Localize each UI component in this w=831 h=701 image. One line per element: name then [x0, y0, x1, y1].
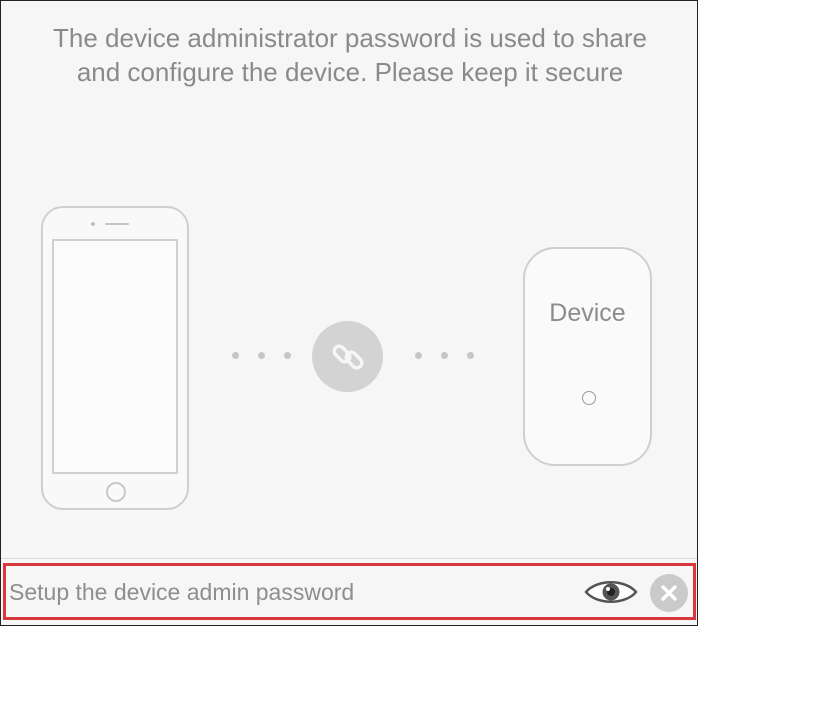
- close-icon[interactable]: [650, 574, 688, 612]
- phone-screen: [52, 239, 178, 474]
- eye-icon[interactable]: [583, 577, 639, 607]
- connection-dots-right: [415, 352, 474, 359]
- divider: [1, 558, 697, 559]
- phone-camera: [91, 222, 95, 226]
- dot: [415, 352, 422, 359]
- connection-dots-left: [232, 352, 291, 359]
- dot: [284, 352, 291, 359]
- device-illustration: Device: [523, 247, 652, 466]
- description-line-1: The device administrator password is use…: [53, 23, 647, 53]
- dot: [258, 352, 265, 359]
- dot: [441, 352, 448, 359]
- device-indicator-light: [582, 391, 596, 405]
- admin-password-input[interactable]: [9, 574, 569, 610]
- password-setup-screen: The device administrator password is use…: [0, 0, 698, 626]
- description-line-2: and configure the device. Please keep it…: [76, 57, 624, 87]
- phone-home-button: [106, 482, 126, 502]
- phone-illustration: [41, 206, 189, 510]
- description-text: The device administrator password is use…: [1, 21, 697, 89]
- password-field-container: [3, 563, 696, 620]
- phone-speaker: [105, 223, 129, 225]
- dot: [232, 352, 239, 359]
- dot: [467, 352, 474, 359]
- link-icon: [312, 321, 383, 392]
- device-label: Device: [549, 299, 626, 327]
